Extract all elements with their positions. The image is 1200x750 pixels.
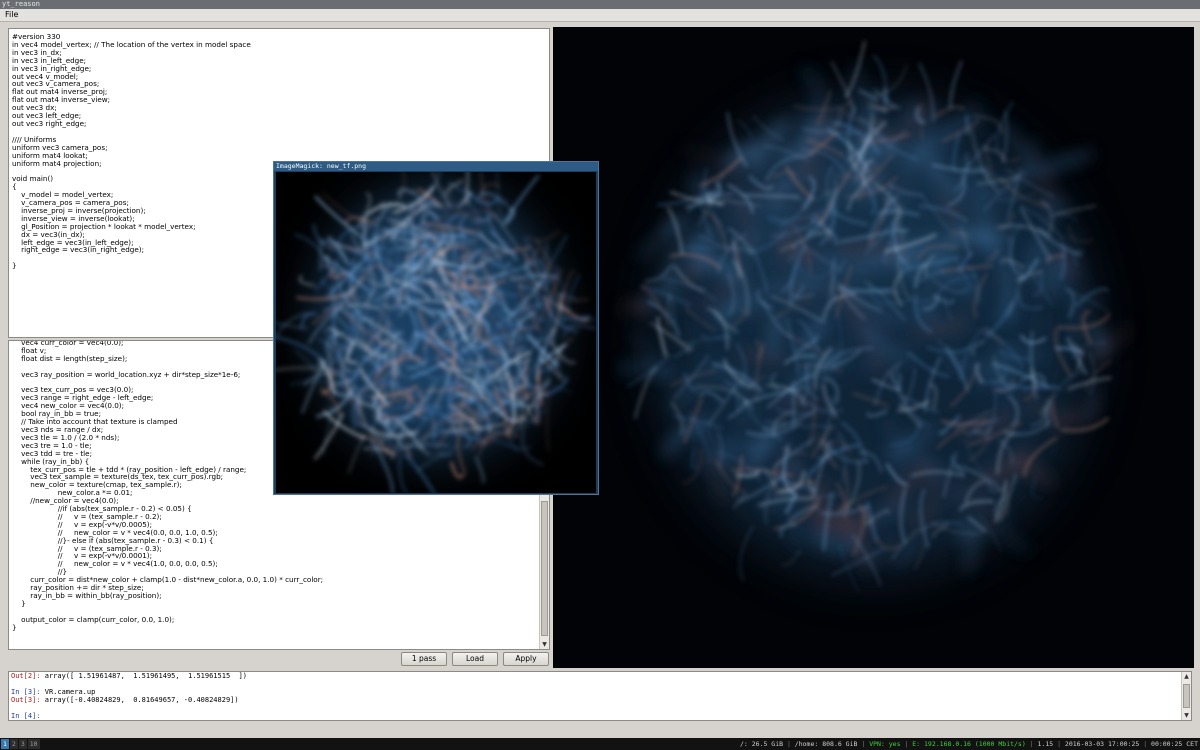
out-prompt: Out[3]: — [11, 696, 41, 704]
menu-file[interactable]: File — [5, 10, 18, 19]
input-value: VR.camera.up — [40, 688, 96, 696]
out-prompt: Out[2]: — [11, 672, 41, 680]
load-average: 1.15 — [1037, 740, 1054, 748]
uptime: 00:00:25 CET — [1151, 740, 1198, 748]
apply-button[interactable]: Apply — [503, 652, 549, 666]
workspace-3[interactable]: 3 — [18, 739, 27, 749]
workspace-10[interactable]: 10 — [27, 739, 40, 749]
scrollbar-thumb[interactable] — [1183, 684, 1190, 708]
in-prompt: In [3]: — [11, 688, 41, 696]
vertex-code-line: in vec4 model_vertex; // The location of… — [12, 39, 251, 49]
scrollbar-thumb[interactable] — [541, 501, 548, 636]
transfer-function-render — [276, 172, 596, 493]
menu-bar: File — [0, 9, 1200, 22]
console-scrollbar[interactable]: ▲ ▼ — [1181, 672, 1191, 720]
taskbar: 1 2 3 10 /: 26.5 GiB | /home: 808.6 GiB | V… — [0, 738, 1200, 750]
imagemagick-title: ImageMagick: new_tf.png — [274, 162, 598, 171]
vertex-code-line: out vec3 right_edge; — [12, 118, 87, 128]
home-disk-value: 808.6 GiB — [822, 740, 858, 748]
volume-render-view[interactable] — [553, 27, 1194, 668]
fragment-code-line: // new_color = v * vec4(1.0, 0.0, 0.0, 0… — [12, 559, 218, 569]
volume-render-image — [618, 40, 1131, 594]
one-pass-button[interactable]: 1 pass — [401, 652, 447, 666]
in-prompt: In [4]: — [11, 712, 41, 720]
fragment-code-line: ray_in_bb = within_bb(ray_position); — [12, 591, 162, 600]
vertex-code-line: out vec3 dx; — [12, 103, 57, 113]
ethernet-label: E: — [912, 740, 925, 748]
vertex-code-line: flat out mat4 inverse_view; — [12, 95, 111, 105]
fragment-code-line: } — [12, 622, 17, 632]
scroll-up-arrow-icon[interactable]: ▲ — [1182, 672, 1191, 681]
scroll-down-arrow-icon[interactable]: ▼ — [540, 640, 549, 649]
ethernet-value: 192.168.0.16 (1000 Mbit/s) — [924, 740, 1026, 748]
vertex-code-line: in vec3 in_left_edge; — [12, 55, 87, 65]
output-value: array([-0.40824829, 0.81649657, -0.40824… — [40, 696, 239, 704]
vpn-value: yes — [888, 740, 901, 748]
vertex-code-line — [12, 128, 549, 136]
ipython-console[interactable]: Out[2]: array([ 1.51961487, 1.51961495, … — [8, 671, 1192, 721]
console-input-line[interactable]: In [4]: — [9, 712, 1191, 720]
root-disk-label: /: — [739, 740, 752, 748]
window-title: yt_reason — [2, 0, 40, 8]
fragment-code-line: output_color = clamp(curr_color, 0.0, 1.… — [12, 614, 175, 624]
imagemagick-image — [276, 172, 596, 493]
window-title-bar: yt_reason — [0, 0, 1200, 9]
console-line: Out[2]: array([ 1.51961487, 1.51961495, … — [9, 672, 1191, 680]
console-line: In [3]: VR.camera.up — [9, 688, 1191, 696]
scroll-down-arrow-icon[interactable]: ▼ — [1182, 711, 1191, 720]
vpn-label: VPN: — [869, 740, 889, 748]
load-button[interactable]: Load — [452, 652, 498, 666]
vertex-code-line: out vec3 left_edge; — [12, 111, 82, 121]
workspace-2[interactable]: 2 — [9, 739, 18, 749]
vertex-code-line: in vec3 in_right_edge; — [12, 63, 92, 73]
workspace-1[interactable]: 1 — [1, 739, 9, 749]
fragment-code-line: } — [12, 598, 26, 608]
imagemagick-window[interactable]: ImageMagick: new_tf.png — [273, 161, 599, 495]
console-line: Out[3]: array([-0.40824829, 0.81649657, … — [9, 696, 1191, 704]
home-disk-label: /home: — [794, 740, 823, 748]
root-disk-value: 26.5 GiB — [751, 740, 784, 748]
vertex-code-line: in vec3 in_dx; — [12, 47, 62, 57]
status-line: /: 26.5 GiB | /home: 808.6 GiB | VPN: ye… — [739, 740, 1198, 748]
output-value: array([ 1.51961487, 1.51961495, 1.519615… — [40, 672, 248, 680]
clock: 2016-03-03 17:00:25 — [1064, 740, 1140, 748]
vertex-code-line: uniform vec3 camera_pos; — [12, 142, 108, 152]
